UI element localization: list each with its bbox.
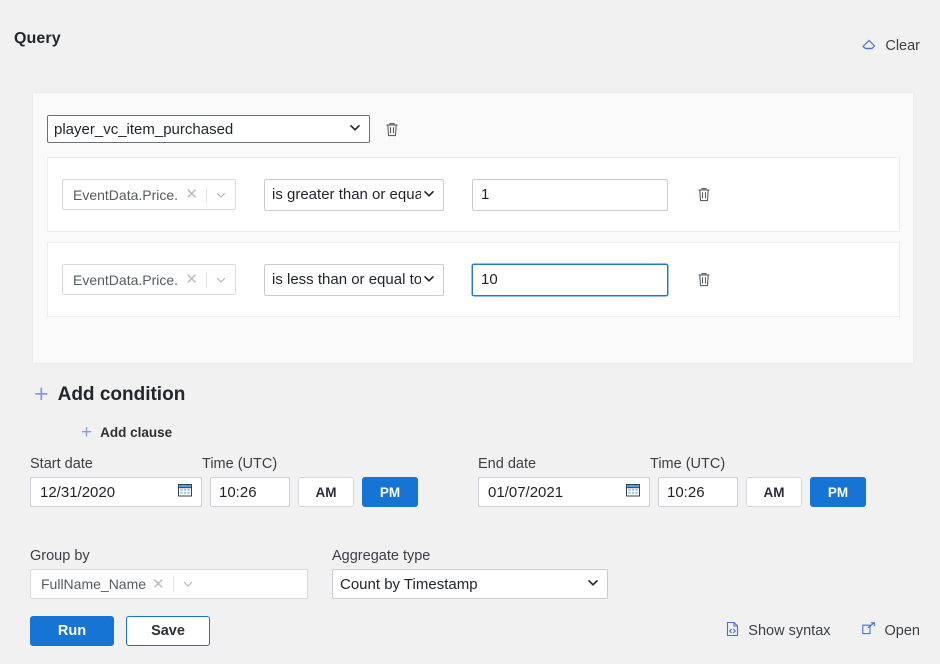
clear-button[interactable]: Clear xyxy=(861,35,920,56)
property-value: EventData.Price... xyxy=(73,272,179,288)
aggregate-select[interactable]: Count by Timestamp xyxy=(332,569,608,599)
group-by-group: Group by FullName_Name ✕ xyxy=(30,548,308,599)
operator-select[interactable]: is greater than or equal to xyxy=(264,179,444,211)
chevron-down-icon[interactable] xyxy=(176,578,194,590)
condition-group-panel: player_vc_item_purchased EventData.Price… xyxy=(32,92,914,364)
start-time-input[interactable] xyxy=(210,477,290,507)
x-icon[interactable]: ✕ xyxy=(146,577,171,592)
open-label: Open xyxy=(885,623,920,639)
delete-clause-button[interactable] xyxy=(696,271,712,288)
operator-select-wrapper: is less than or equal to xyxy=(236,264,444,296)
start-date-row: 12/31/2020 AM PM xyxy=(30,477,418,507)
start-date-label: Start date xyxy=(30,456,202,472)
event-selector-row: player_vc_item_purchased xyxy=(47,115,400,143)
page-title: Query xyxy=(14,30,61,48)
clause-row: EventData.Price... ✕ is greater than or … xyxy=(47,157,900,232)
code-file-icon xyxy=(725,621,740,641)
end-pm-button[interactable]: PM xyxy=(810,477,866,507)
clause-list: EventData.Price... ✕ is greater than or … xyxy=(47,157,900,327)
end-date-input[interactable]: 01/07/2021 xyxy=(478,477,650,507)
property-multiselect[interactable]: EventData.Price... ✕ xyxy=(62,264,236,295)
delete-event-button[interactable] xyxy=(384,121,400,138)
end-date-value: 01/07/2021 xyxy=(488,484,625,501)
group-by-multiselect[interactable]: FullName_Name ✕ xyxy=(30,569,308,599)
footer-actions: Run Save xyxy=(30,616,210,646)
end-date-row: 01/07/2021 AM PM xyxy=(478,477,866,507)
group-by-value: FullName_Name xyxy=(41,576,146,592)
x-icon[interactable]: ✕ xyxy=(179,187,204,202)
save-button[interactable]: Save xyxy=(126,616,210,646)
aggregate-group: Aggregate type Count by Timestamp xyxy=(332,548,608,599)
start-date-group: Start date Time (UTC) 12/31/2020 AM PM xyxy=(30,456,418,507)
clear-label: Clear xyxy=(885,38,920,54)
event-select-wrapper: player_vc_item_purchased xyxy=(47,115,370,143)
run-button[interactable]: Run xyxy=(30,616,114,646)
divider xyxy=(206,272,207,288)
clause-row: EventData.Price... ✕ is less than or equ… xyxy=(47,242,900,317)
add-condition-label: Add condition xyxy=(58,384,186,406)
operator-select[interactable]: is less than or equal to xyxy=(264,264,444,296)
value-input[interactable] xyxy=(472,264,668,296)
chevron-down-icon[interactable] xyxy=(209,189,227,201)
end-time-input[interactable] xyxy=(658,477,738,507)
end-date-label: End date xyxy=(478,456,650,472)
end-date-group: End date Time (UTC) 01/07/2021 AM PM xyxy=(478,456,866,507)
chevron-down-icon[interactable] xyxy=(209,274,227,286)
property-multiselect[interactable]: EventData.Price... ✕ xyxy=(62,179,236,210)
external-link-icon xyxy=(861,621,877,641)
aggregate-label: Aggregate type xyxy=(332,548,608,564)
group-by-label: Group by xyxy=(30,548,308,564)
event-select[interactable]: player_vc_item_purchased xyxy=(47,115,370,143)
x-icon[interactable]: ✕ xyxy=(179,272,204,287)
end-am-button[interactable]: AM xyxy=(746,477,802,507)
value-input[interactable] xyxy=(472,179,668,211)
property-value: EventData.Price... xyxy=(73,187,179,203)
add-condition-button[interactable]: + Add condition xyxy=(34,382,185,407)
calendar-icon[interactable] xyxy=(177,482,193,502)
query-header: Query Clear xyxy=(0,0,940,82)
start-pm-button[interactable]: PM xyxy=(362,477,418,507)
end-time-label: Time (UTC) xyxy=(650,456,725,472)
calendar-icon[interactable] xyxy=(625,482,641,502)
open-button[interactable]: Open xyxy=(861,621,920,641)
plus-icon: + xyxy=(34,382,49,407)
start-date-input[interactable]: 12/31/2020 xyxy=(30,477,202,507)
plus-icon: + xyxy=(81,423,92,442)
show-syntax-button[interactable]: Show syntax xyxy=(725,621,830,641)
operator-select-wrapper: is greater than or equal to xyxy=(236,179,444,211)
delete-clause-button[interactable] xyxy=(696,186,712,203)
start-am-button[interactable]: AM xyxy=(298,477,354,507)
aggregate-select-wrapper: Count by Timestamp xyxy=(332,569,608,599)
eraser-icon xyxy=(861,35,878,56)
start-date-value: 12/31/2020 xyxy=(40,484,177,501)
add-clause-label: Add clause xyxy=(100,425,172,440)
show-syntax-label: Show syntax xyxy=(748,623,830,639)
footer-links: Show syntax Open xyxy=(725,621,920,641)
divider xyxy=(206,187,207,203)
divider xyxy=(173,576,174,592)
add-clause-button[interactable]: + Add clause xyxy=(81,423,172,442)
start-time-label: Time (UTC) xyxy=(202,456,277,472)
